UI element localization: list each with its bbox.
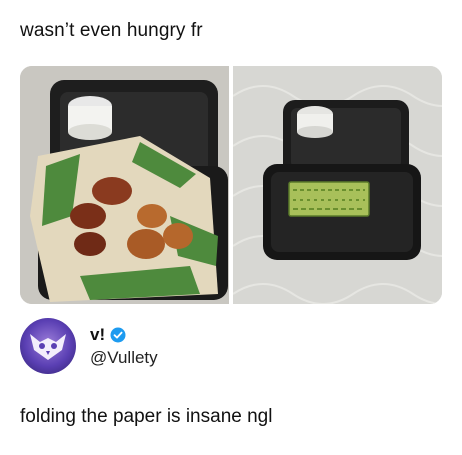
author-names: v! @Vullety: [90, 325, 158, 368]
folded-paper-illustration: [233, 66, 442, 304]
folded-paper-container-photo[interactable]: [233, 66, 442, 304]
avatar[interactable]: [20, 318, 76, 374]
post-caption: wasn’t even hungry fr: [20, 20, 203, 41]
display-name[interactable]: v!: [90, 325, 105, 345]
chicken-wings-container-photo[interactable]: [20, 66, 229, 304]
owl-logo-icon: [30, 334, 66, 360]
post-author[interactable]: v! @Vullety: [20, 318, 158, 374]
verified-badge-icon: [110, 327, 126, 342]
media-grid: [20, 66, 442, 304]
reply-text: folding the paper is insane ngl: [20, 406, 273, 427]
display-name-row: v!: [90, 325, 158, 345]
author-handle[interactable]: @Vullety: [90, 348, 158, 368]
chicken-wings-illustration: [20, 66, 229, 304]
